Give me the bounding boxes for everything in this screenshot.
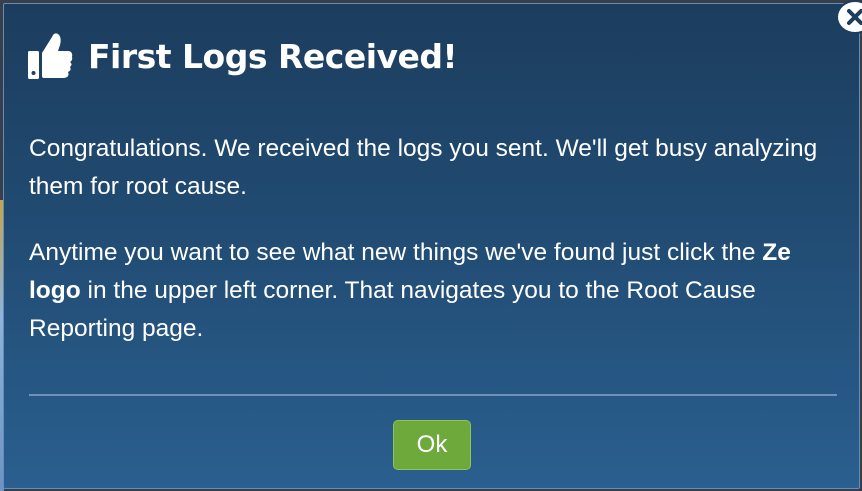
close-icon [847, 9, 862, 25]
dialog-header: First Logs Received! [26, 28, 458, 84]
thumbs-up-icon [28, 33, 73, 79]
first-logs-dialog: First Logs Received! Congratulations. We… [3, 0, 862, 489]
hint-text-start: Anytime you want to see what new things … [29, 239, 763, 266]
close-button[interactable] [836, 0, 862, 34]
ok-button[interactable]: Ok [393, 420, 471, 470]
navigation-hint-paragraph: Anytime you want to see what new things … [29, 234, 839, 348]
dialog-title: First Logs Received! [88, 36, 458, 76]
dialog-divider [29, 394, 837, 396]
dialog-body: Congratulations. We received the logs yo… [29, 130, 839, 376]
congratulations-paragraph: Congratulations. We received the logs yo… [29, 135, 818, 200]
hint-text-end: in the upper left corner. That navigates… [29, 277, 756, 342]
